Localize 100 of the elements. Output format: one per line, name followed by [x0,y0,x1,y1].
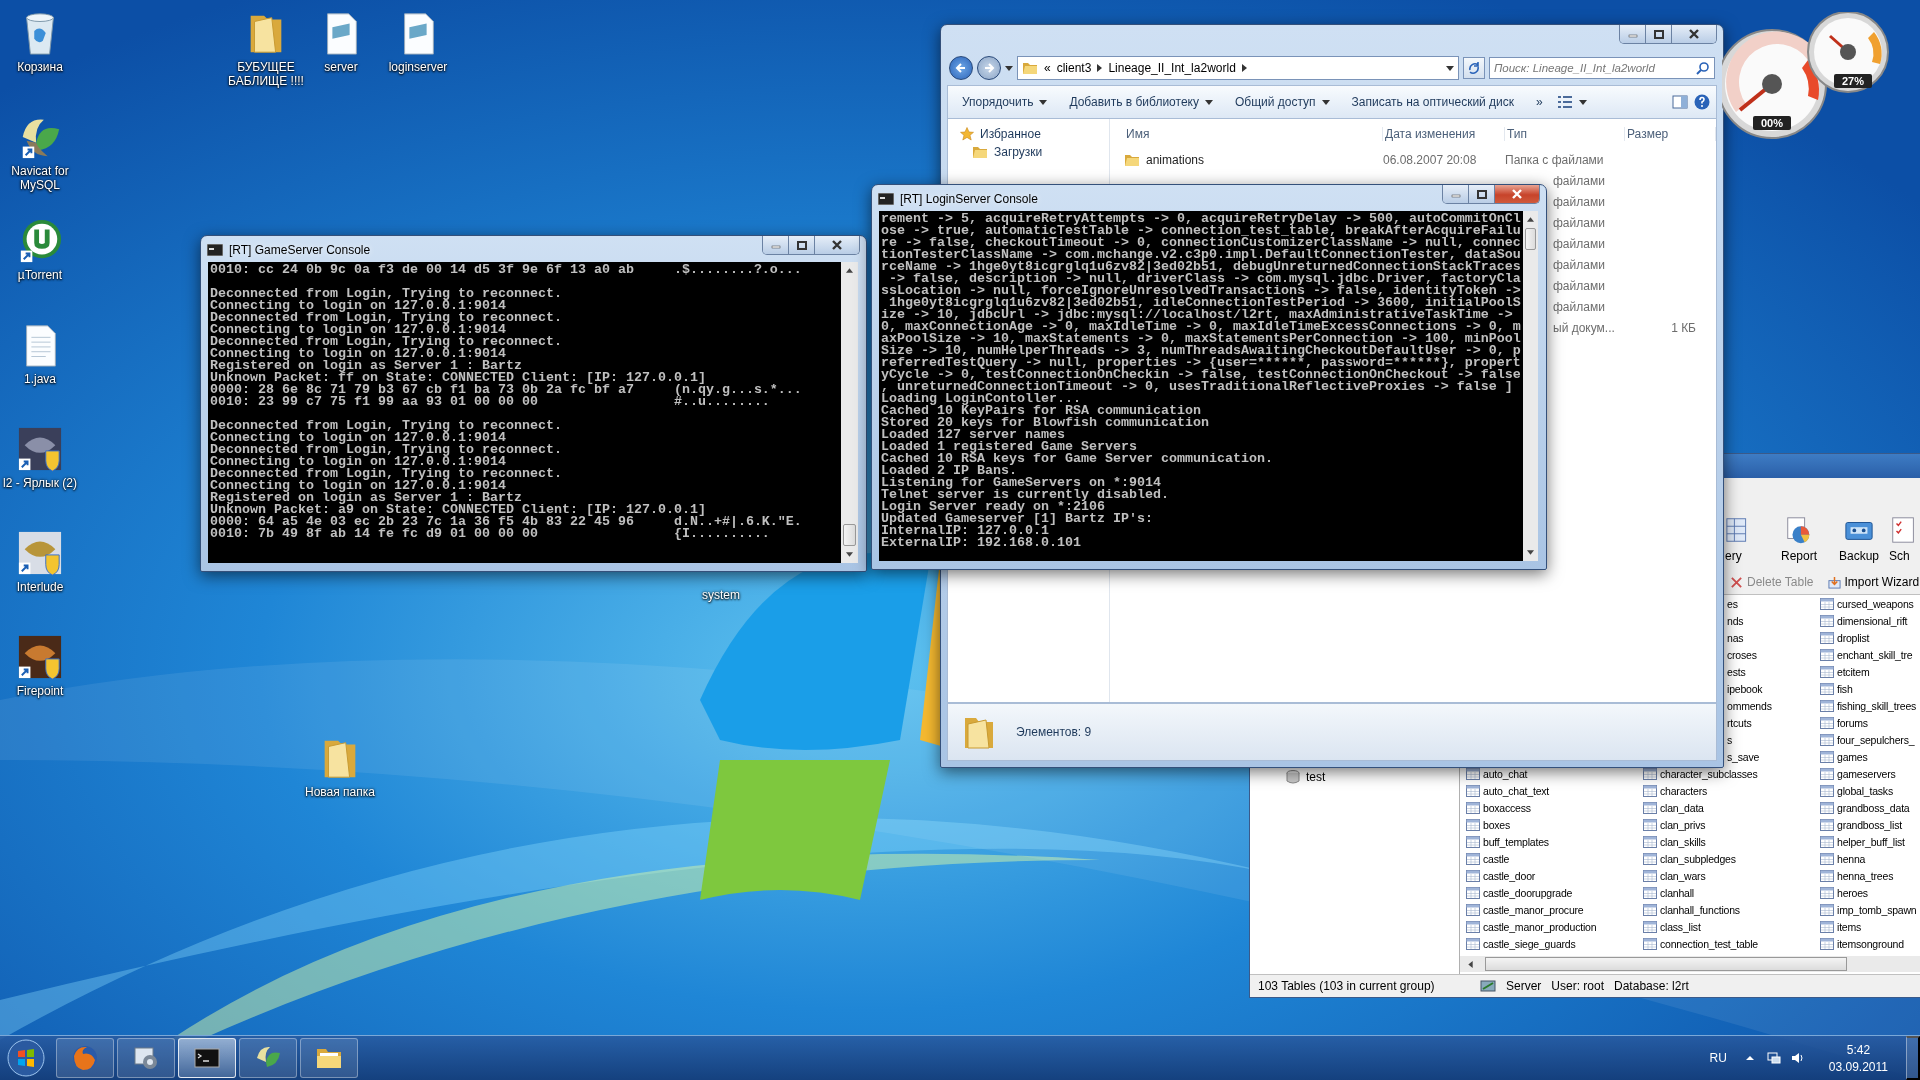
table-item[interactable]: castle [1466,850,1510,867]
table-item[interactable]: castle_doorupgrade [1466,884,1573,901]
nav-item[interactable]: Загрузки [972,143,1043,161]
table-item[interactable]: imp_tomb_spawn [1820,901,1917,918]
forward-button[interactable] [977,56,1001,80]
table-item[interactable]: nas [1727,629,1744,646]
toolbar-button[interactable]: ery [1725,508,1769,570]
breadcrumb[interactable]: Lineage_II_Int_la2world [1108,61,1236,75]
clock-date[interactable]: 03.09.2011 [1828,1059,1888,1074]
table-item[interactable]: s_save [1727,748,1760,765]
address-field[interactable]: « client3 Lineage_II_Int_la2world [1017,56,1459,80]
table-item[interactable]: enchant_skill_tre [1820,646,1913,663]
desktop-icon-label[interactable]: Navicat for MySQL [0,164,80,192]
table-item[interactable]: ests [1727,663,1746,680]
view-icon[interactable] [1556,95,1573,109]
breadcrumb-overflow[interactable]: « [1044,61,1051,75]
table-item[interactable]: grandboss_list [1820,816,1902,833]
table-item[interactable]: s [1727,731,1733,748]
table-item[interactable]: connection_test_table [1643,935,1758,952]
toolbar-button[interactable]: Report [1769,508,1829,570]
table-item[interactable]: henna_trees [1820,867,1894,884]
start-button[interactable] [6,1038,46,1078]
table-item[interactable]: items [1820,918,1862,935]
command-button[interactable]: Упорядочить [954,92,1056,112]
table-item[interactable]: class_list [1643,918,1701,935]
table-item[interactable]: clan_subpledges [1643,850,1736,867]
table-item[interactable]: ipebook [1727,680,1763,697]
table-item[interactable]: dimensional_rift [1820,612,1908,629]
show-desktop-button[interactable] [1906,1036,1920,1080]
table-item[interactable]: four_sepulchers_ [1820,731,1915,748]
toolbar-button[interactable]: Backup [1829,508,1889,570]
desktop-icon-label[interactable]: БУБУЩЕЕ БАБЛИЩЕ !!!! [226,60,306,88]
column-header[interactable]: Размер [1625,127,1716,141]
desktop-icon-label[interactable]: µTorrent [17,268,63,282]
table-item[interactable]: ommends [1727,697,1772,714]
clock-time[interactable]: 5:42 [1846,1042,1871,1057]
table-item[interactable]: cursed_weapons [1820,595,1914,612]
desktop-icon-label[interactable]: Firepoint [16,684,64,698]
search-field[interactable]: Поиск: Lineage_II_Int_la2world [1489,57,1715,79]
table-item[interactable]: helper_buff_list [1820,833,1905,850]
scrollbar[interactable] [1523,211,1538,561]
table-item[interactable]: global_tasks [1820,782,1893,799]
scroll-thumb[interactable] [843,524,856,546]
close-button[interactable] [1495,185,1539,203]
scroll-thumb[interactable] [1485,957,1847,971]
scroll-thumb[interactable] [1525,228,1536,250]
table-item[interactable]: boxaccess [1466,799,1531,816]
column-header[interactable]: Имя [1124,127,1383,141]
help-icon[interactable] [1694,94,1710,110]
desktop-icon-label[interactable]: 1.java [24,372,56,386]
nav-item[interactable]: Избранное [960,125,1041,143]
table-item[interactable]: gameservers [1820,765,1896,782]
volume-icon[interactable] [1790,1051,1805,1065]
table-item[interactable]: heroes [1820,884,1868,901]
table-item[interactable]: clan_skills [1643,833,1706,850]
table-item[interactable]: boxes [1466,816,1511,833]
table-item[interactable]: buff_templates [1466,833,1549,850]
table-item[interactable]: characters [1643,782,1708,799]
toolbar-button[interactable]: Import Wizard [1823,575,1920,589]
breadcrumb[interactable]: client3 [1056,61,1092,75]
table-item[interactable]: croses [1727,646,1757,663]
command-button[interactable]: Добавить в библиотеку [1061,92,1221,112]
table-item[interactable]: clanhall [1643,884,1694,901]
file-item[interactable]: animations [1124,152,1383,167]
column-header[interactable]: Дата изменения [1383,127,1505,141]
command-button[interactable]: Общий доступ [1226,92,1338,112]
table-item[interactable]: fishing_skill_trees [1820,697,1917,714]
table-item[interactable]: games [1820,748,1868,765]
refresh-button[interactable] [1463,57,1485,79]
table-item[interactable]: castle_manor_procure [1466,901,1584,918]
network-icon[interactable] [1766,1051,1781,1065]
table-item[interactable]: clan_wars [1643,867,1706,884]
table-item[interactable]: castle_siege_guards [1466,935,1576,952]
tree-item[interactable]: test [1286,770,1326,784]
table-item[interactable]: etcitem [1820,663,1870,680]
maximize-button[interactable] [1469,185,1495,203]
desktop-icon-label[interactable]: Interlude [16,580,64,594]
toolbar-button[interactable]: Sch [1889,508,1920,570]
table-item[interactable]: castle_manor_production [1466,918,1597,935]
table-item[interactable]: nds [1727,612,1744,629]
taskbar-button[interactable] [300,1038,358,1078]
taskbar-button[interactable] [178,1038,236,1078]
table-item[interactable]: clan_privs [1643,816,1706,833]
table-item[interactable]: itemsonground [1820,935,1904,952]
table-item[interactable]: castle_door [1466,867,1536,884]
table-item[interactable]: droplist [1820,629,1870,646]
maximize-button[interactable] [1646,25,1672,43]
table-item[interactable]: auto_chat_text [1466,782,1550,799]
command-button[interactable]: Записать на оптический диск [1343,92,1523,112]
back-button[interactable] [949,56,973,80]
desktop-icon-label[interactable]: server [324,60,358,74]
desktop-icon-label[interactable]: Корзина [17,60,63,74]
table-item[interactable]: henna [1820,850,1866,867]
table-item[interactable]: clanhall_functions [1643,901,1740,918]
close-button[interactable] [815,236,859,254]
table-item[interactable]: forums [1820,714,1868,731]
scrollbar[interactable] [1460,956,1920,972]
table-item[interactable]: rtcuts [1727,714,1752,731]
language-indicator[interactable]: RU [1709,1051,1727,1065]
desktop-icon-label[interactable]: l2 - Ярлык (2) [3,476,77,490]
